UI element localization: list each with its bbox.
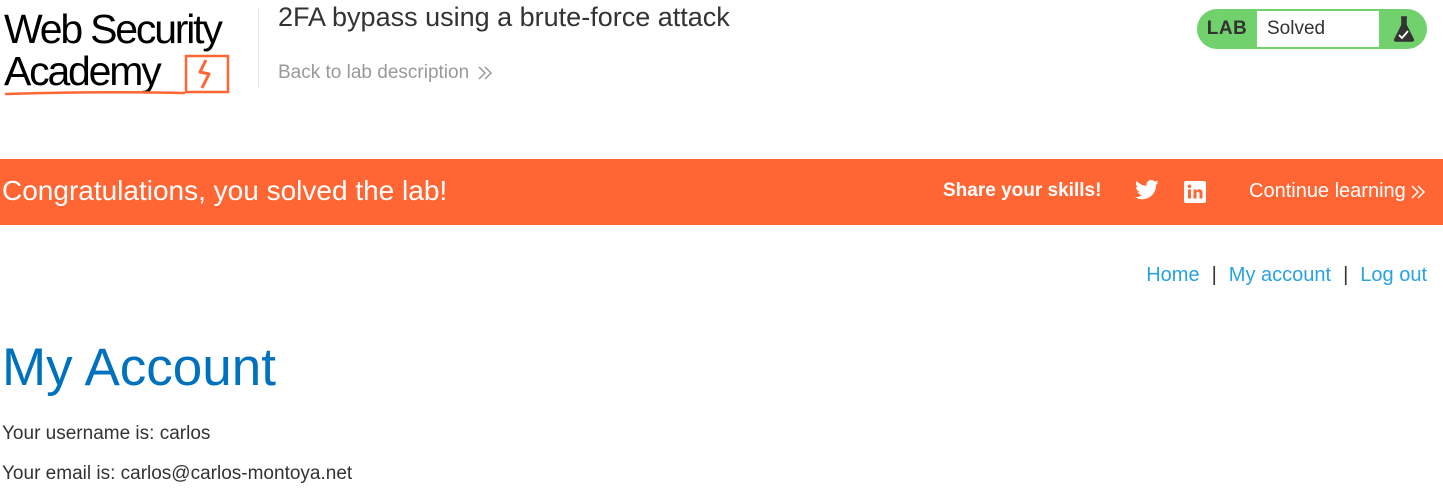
nav-log-out-link[interactable]: Log out bbox=[1360, 264, 1427, 287]
nav-home-link[interactable]: Home bbox=[1146, 264, 1199, 287]
double-chevron-right-icon bbox=[478, 66, 493, 80]
back-to-lab-description-link[interactable]: Back to lab description bbox=[278, 62, 493, 84]
lab-label: LAB bbox=[1206, 18, 1248, 39]
academy-logo[interactable]: Web Security Academy bbox=[4, 6, 254, 98]
twitter-icon[interactable] bbox=[1135, 180, 1159, 200]
logo-underline-icon bbox=[4, 90, 186, 96]
flask-icon-wrap bbox=[1381, 9, 1427, 49]
lab-title: 2FA bypass using a brute-force attack bbox=[278, 2, 730, 32]
lab-status-text: Solved bbox=[1257, 11, 1379, 47]
lab-status-badge: LAB Solved bbox=[1197, 9, 1427, 49]
logo-text-line1: Web Security bbox=[4, 6, 223, 52]
double-chevron-right-icon bbox=[1411, 184, 1425, 199]
logo-lightning-icon bbox=[184, 54, 230, 94]
nav-separator: | bbox=[1343, 264, 1349, 286]
header-divider bbox=[258, 8, 259, 88]
email-text: Your email is: carlos@carlos-montoya.net bbox=[2, 463, 353, 484]
back-link-label: Back to lab description bbox=[278, 62, 470, 83]
username-text: Your username is: carlos bbox=[2, 423, 211, 444]
continue-learning-link[interactable]: Continue learning bbox=[1249, 180, 1426, 203]
share-skills-label: Share your skills! bbox=[943, 180, 1102, 201]
nav-my-account-link[interactable]: My account bbox=[1229, 264, 1331, 287]
logo-text-line2: Academy bbox=[4, 48, 162, 94]
continue-learning-label: Continue learning bbox=[1249, 180, 1406, 202]
flask-icon bbox=[1393, 16, 1415, 42]
solved-message: Congratulations, you solved the lab! bbox=[2, 175, 448, 206]
linkedin-icon[interactable] bbox=[1184, 181, 1206, 203]
account-nav: Home | My account | Log out bbox=[1146, 264, 1427, 287]
page-title: My Account bbox=[2, 338, 276, 397]
lab-solved-banner: Congratulations, you solved the lab! Sha… bbox=[0, 159, 1443, 225]
nav-separator: | bbox=[1211, 264, 1217, 286]
page: Web Security Academy 2FA bypass using a … bbox=[0, 0, 1443, 498]
